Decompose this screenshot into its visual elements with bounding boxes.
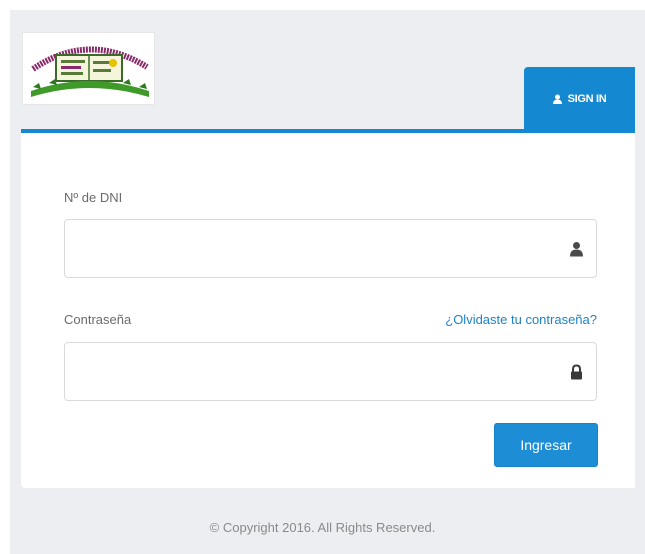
lock-icon bbox=[570, 364, 583, 379]
login-submit-button[interactable]: Ingresar bbox=[494, 423, 598, 467]
dni-field[interactable] bbox=[64, 219, 597, 278]
user-icon bbox=[570, 241, 583, 256]
password-field[interactable] bbox=[64, 342, 597, 401]
forgot-password-link[interactable]: ¿Olvidaste tu contraseña? bbox=[445, 312, 597, 327]
password-input[interactable] bbox=[65, 343, 596, 400]
signin-tab-label: SIGN IN bbox=[567, 92, 607, 105]
dni-label: Nº de DNI bbox=[64, 190, 123, 205]
school-logo-graphic bbox=[31, 46, 149, 97]
signin-tab[interactable]: SIGN IN bbox=[524, 67, 635, 130]
user-icon bbox=[552, 94, 562, 104]
school-logo bbox=[22, 32, 155, 105]
password-label: Contraseña bbox=[64, 312, 132, 327]
login-card: Nº de DNI Contraseña ¿Olvidaste tu contr… bbox=[21, 129, 635, 488]
copyright-footer: © Copyright 2016. All Rights Reserved. bbox=[209, 520, 436, 535]
dni-input[interactable] bbox=[65, 220, 596, 277]
